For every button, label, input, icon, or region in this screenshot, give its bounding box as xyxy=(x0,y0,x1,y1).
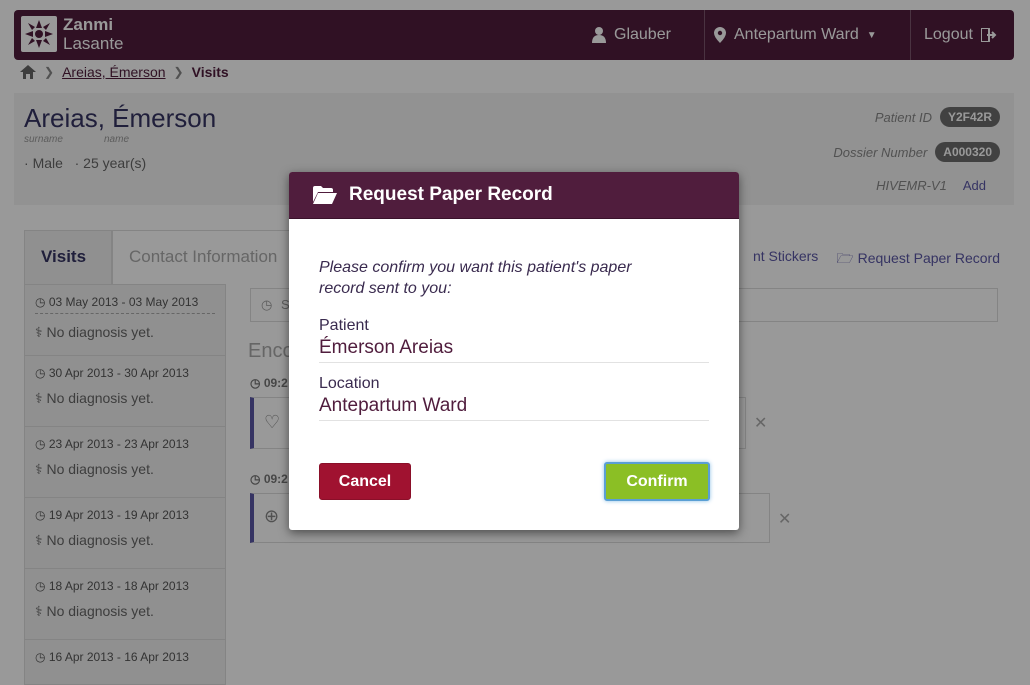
dialog-header: Request Paper Record xyxy=(289,172,739,219)
confirm-button[interactable]: Confirm xyxy=(604,462,710,501)
patient-field-label: Patient xyxy=(319,317,369,334)
request-paper-record-dialog: Request Paper Record Please confirm you … xyxy=(289,172,739,530)
confirm-message: Please confirm you want this patient's p… xyxy=(319,259,632,297)
patient-field-value: Émerson Areias xyxy=(319,337,709,363)
folder-open-icon xyxy=(313,186,337,204)
dialog-body: Please confirm you want this patient's p… xyxy=(289,219,739,421)
dialog-title: Request Paper Record xyxy=(349,184,553,205)
location-field-label: Location xyxy=(319,375,380,392)
location-field-value: Antepartum Ward xyxy=(319,395,709,421)
cancel-button[interactable]: Cancel xyxy=(319,463,411,500)
